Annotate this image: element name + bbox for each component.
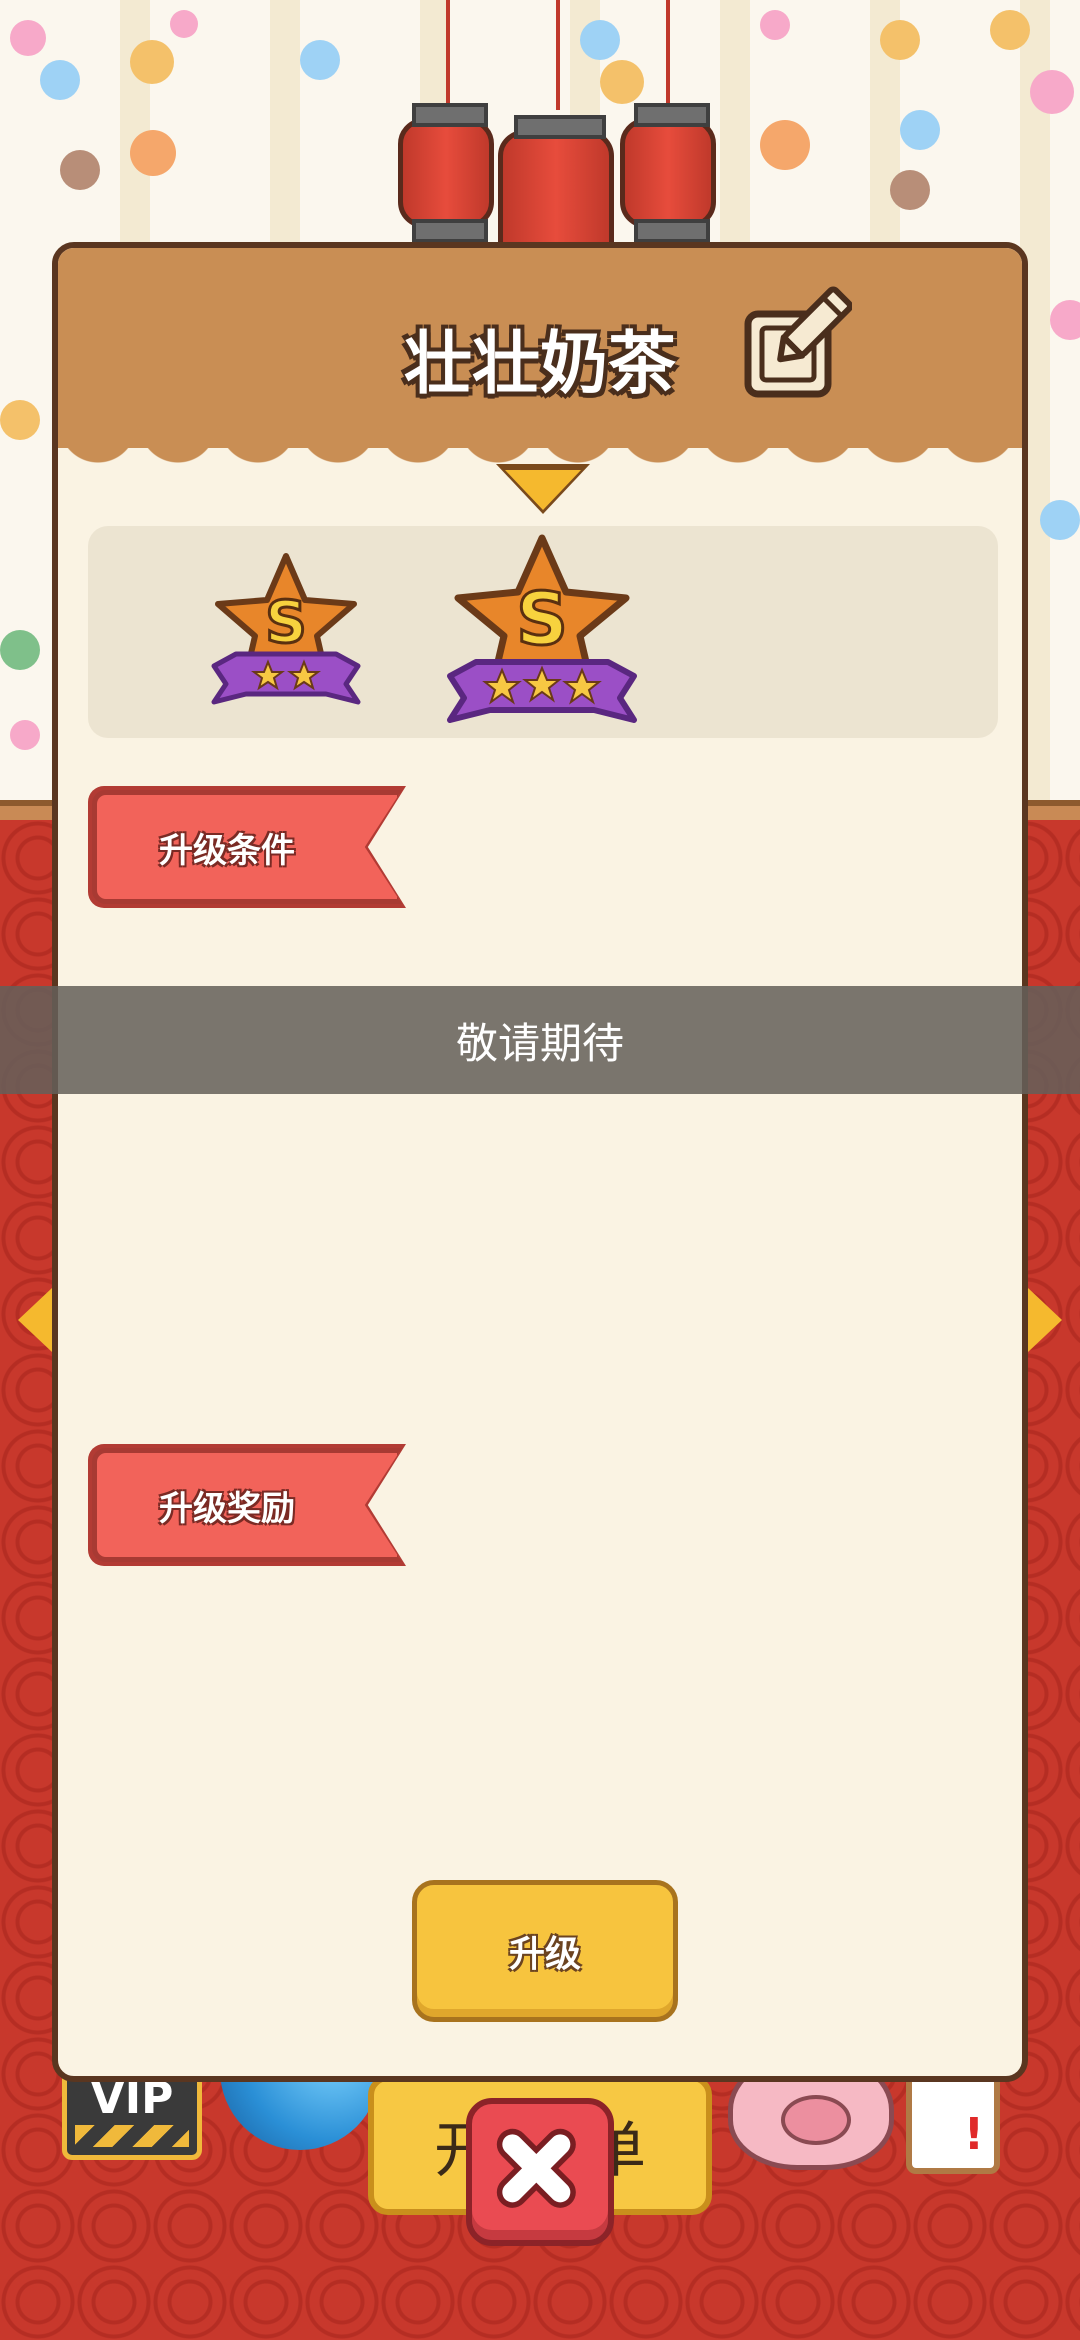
close-x-icon [496,2128,576,2208]
toast-message: 敬请期待 [455,1018,624,1068]
upgrade-conditions-label: 升级条件 [92,790,402,904]
lantern-string [446,0,450,110]
shop-name-title: 壮壮奶茶 [403,325,676,404]
triangle-down-icon [505,470,581,510]
rank-current-letter: S [265,588,307,656]
lantern-string [666,0,670,110]
s-rank-star-badge-icon: S [447,534,637,723]
upgrade-button-label: 升级 [508,1934,581,1975]
lantern-icon [398,103,494,243]
notice-board-icon[interactable]: ! [906,2070,1000,2174]
lantern-icon [620,103,716,243]
pig-snout [781,2095,851,2145]
lantern-string [556,0,560,110]
notice-alert-mark: ! [963,2109,984,2160]
upgrade-rewards-label: 升级奖励 [92,1448,402,1562]
coming-soon-toast: 敬请期待 [0,986,1080,1094]
shop-upgrade-modal: 壮壮奶茶 S S 升级条件 升级奖励 升级 [52,242,1028,2082]
close-button[interactable] [466,2098,614,2246]
s-rank-star-badge-icon: S [211,553,361,705]
upgrade-button[interactable]: 升级 [412,1880,678,2022]
scroll-right-arrow-icon[interactable] [1028,1288,1062,1352]
rank-next-letter: S [516,577,568,661]
edit-pencil-icon[interactable] [742,286,852,400]
scroll-left-arrow-icon[interactable] [18,1288,52,1352]
vip-stripe [75,2125,189,2147]
